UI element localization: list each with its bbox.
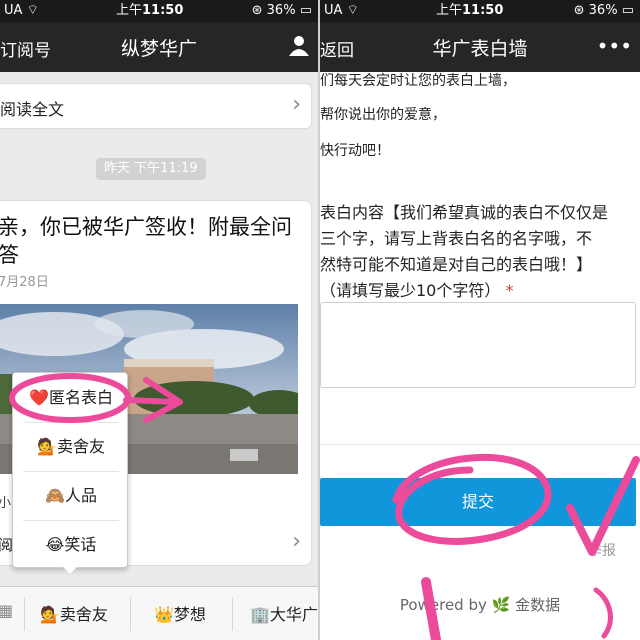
label-hint: （请填写最少10个字符）: [320, 281, 501, 300]
confession-field-label: 表白内容【我们希望真诚的表白不仅仅是 三个字，请写上背表白名的名字哦，不 然特可…: [320, 200, 638, 304]
rotation-lock-icon: ⊛: [251, 3, 263, 18]
submit-button[interactable]: 提交: [320, 478, 636, 526]
submenu-item-anonymous-confession[interactable]: ❤️匿名表白: [13, 373, 129, 422]
status-right: ⊛ 36% ▭: [252, 0, 312, 22]
menu-emoji: 👑: [154, 605, 174, 624]
submenu-emoji: 🙈: [45, 486, 65, 505]
chevron-right-icon: ›: [292, 92, 301, 117]
rotation-lock-icon: ⊛: [573, 3, 585, 18]
left-phone-screen: UA ⌔ 上午11:50 ⊛ 36% ▭ 订阅号 纵梦华广 阅读全文 › 昨天 …: [0, 0, 318, 640]
carrier-signal: UA ⌔: [4, 0, 39, 22]
nav-bar: 返回 华广表白墙 •••: [320, 22, 640, 72]
menu-separator: [130, 597, 131, 631]
label-line: （请填写最少10个字符） *: [320, 278, 638, 304]
carrier-label: UA: [4, 3, 23, 18]
submenu-emoji: 😂: [45, 535, 65, 554]
keyboard-icon[interactable]: ▦: [0, 601, 13, 620]
more-icon[interactable]: •••: [597, 34, 632, 58]
menu-separator: [232, 597, 233, 631]
status-bar: UA ⌔ 上午11:50 ⊛ 36% ▭: [320, 0, 640, 22]
submenu-emoji: ❤️: [29, 388, 49, 407]
required-mark: *: [505, 281, 514, 300]
submenu-item-character[interactable]: 🙈人品: [13, 471, 129, 520]
submenu-label: 笑话: [64, 535, 97, 554]
menu-label: 卖舍友: [59, 605, 108, 624]
submenu-item-jokes[interactable]: 😂笑话: [13, 520, 129, 569]
submenu-emoji: 💁: [37, 437, 57, 456]
submenu-popup: ❤️匿名表白 💁卖舍友 🙈人品 😂笑话: [12, 372, 128, 568]
bottom-menu-bar: ▦ 💁卖舍友 👑梦想 🏢大华广: [0, 586, 318, 640]
read-full-label: 阅读全文: [0, 100, 65, 119]
chevron-right-icon: ›: [292, 529, 301, 554]
article-title: 亲，你已被华广签收！附最全问答: [0, 215, 292, 267]
page-title: 纵梦华广: [120, 38, 197, 60]
read-full-row[interactable]: 阅读全文 ›: [0, 83, 312, 129]
label-line: 三个字，请写上背表白名的名字哦，不: [320, 229, 593, 248]
intro-line: 快行动吧！: [320, 143, 390, 159]
article-date: 7月28日: [0, 275, 49, 290]
menu-separator: [24, 597, 25, 631]
battery-percent: 36%: [588, 3, 618, 18]
battery-percent: 36%: [266, 3, 296, 18]
time-badge: 昨天 下午11:19: [96, 158, 206, 180]
nav-bar: 订阅号 纵梦华广: [0, 22, 318, 72]
menu-label: 大华广: [269, 605, 318, 624]
powered-by-footer: Powered by 🌿 金数据: [399, 596, 561, 614]
clock: 上午11:50: [116, 0, 183, 22]
right-phone-screen: UA ⌔ 上午11:50 ⊛ 36% ▭ 返回 华广表白墙 ••• 们每天会定时…: [320, 0, 640, 640]
confession-textarea[interactable]: [320, 302, 636, 388]
popup-tail: [62, 566, 78, 574]
clock: 上午11:50: [436, 0, 503, 22]
label-line: 表白内容【我们希望真诚的表白不仅仅是: [320, 203, 609, 222]
battery-icon: ▭: [299, 3, 312, 18]
page-title: 华广表白墙: [432, 38, 528, 60]
submenu-item-sell-roommate[interactable]: 💁卖舍友: [13, 422, 129, 471]
status-bar: UA ⌔ 上午11:50 ⊛ 36% ▭: [0, 0, 318, 22]
submenu-label: 卖舍友: [56, 437, 105, 456]
menu-item-dream[interactable]: 👑梦想: [154, 601, 206, 625]
intro-line: 帮你说出你的爱意，: [320, 107, 446, 123]
clock-time: 11:50: [462, 3, 504, 18]
wifi-icon: ⌔: [346, 3, 359, 18]
section-divider: [320, 444, 640, 445]
menu-item-sell-roommate[interactable]: 💁卖舍友: [40, 601, 108, 625]
carrier-signal: UA ⌔: [324, 0, 359, 22]
menu-item-big-huaguang[interactable]: 🏢大华广: [250, 601, 318, 625]
menu-label: 梦想: [173, 605, 206, 624]
label-line: 然特可能不知道是对自己的表白哦！】: [320, 255, 593, 274]
menu-emoji: 💁: [40, 605, 60, 624]
carrier-label: UA: [324, 3, 343, 18]
clock-prefix: 上午: [436, 3, 463, 18]
battery-icon: ▭: [621, 3, 634, 18]
profile-icon[interactable]: [288, 34, 310, 61]
report-link[interactable]: 举报: [588, 540, 616, 560]
clock-prefix: 上午: [116, 3, 143, 18]
wifi-icon: ⌔: [26, 3, 39, 18]
submenu-label: 人品: [64, 486, 97, 505]
clock-time: 11:50: [142, 3, 184, 18]
status-right: ⊛ 36% ▭: [574, 0, 634, 22]
submenu-label: 匿名表白: [48, 388, 113, 407]
menu-emoji: 🏢: [250, 605, 270, 624]
intro-line: 们每天会定时让您的表白上墙，: [320, 73, 516, 89]
